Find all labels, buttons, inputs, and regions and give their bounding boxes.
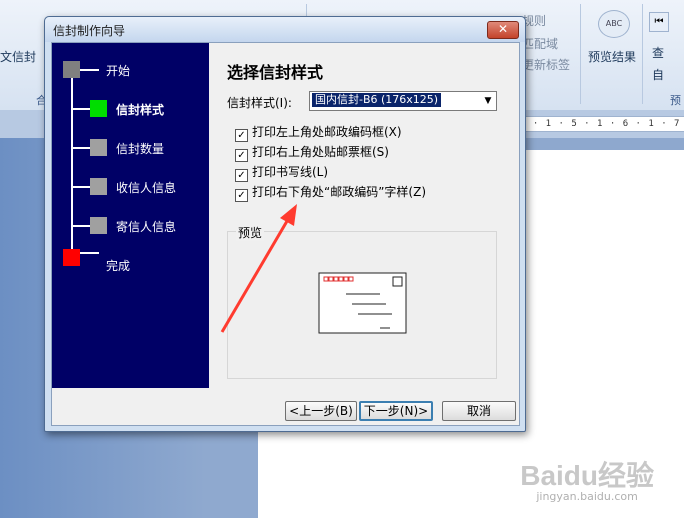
annotation-arrow-icon [220,204,297,333]
